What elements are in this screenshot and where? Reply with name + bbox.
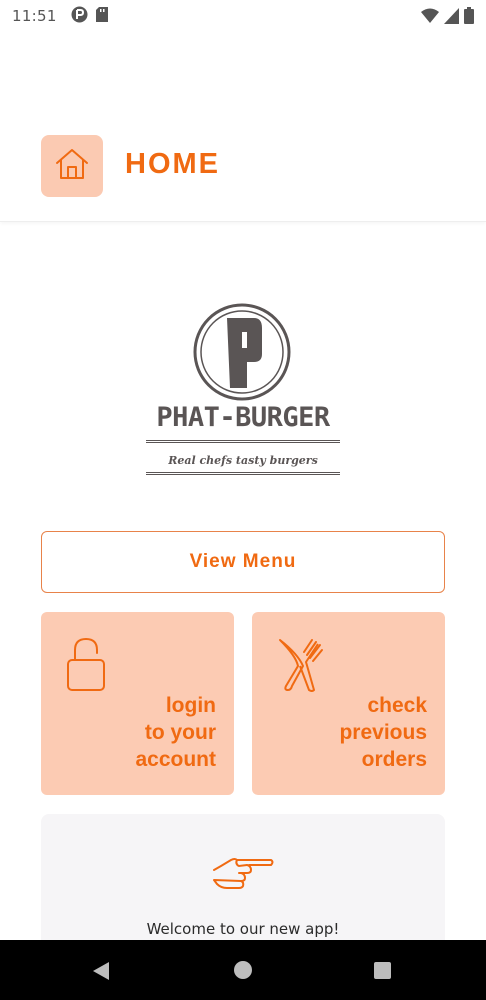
- status-time: 11:51: [12, 7, 57, 25]
- view-menu-button[interactable]: View Menu: [41, 531, 445, 593]
- padlock-icon: [65, 636, 109, 696]
- cellular-signal-icon: [444, 7, 459, 28]
- system-nav-bar: [0, 940, 486, 1000]
- brand-logo: PHAT-BURGER Real chefs tasty burgers: [142, 300, 344, 480]
- status-left-icons: [71, 6, 108, 27]
- back-icon[interactable]: [92, 961, 110, 985]
- previous-orders-tile[interactable]: check previous orders: [252, 612, 445, 795]
- logo-divider-top: [146, 440, 340, 443]
- sync-icon: [71, 6, 88, 27]
- logo-tagline: Real chefs tasty burgers: [168, 454, 318, 467]
- home-circle-icon[interactable]: [234, 961, 252, 979]
- login-tile-label: login to your account: [135, 694, 216, 771]
- previous-orders-tile-label: check previous orders: [339, 694, 427, 771]
- page-title: HOME: [125, 148, 220, 180]
- pointing-hand-icon: [211, 850, 275, 898]
- logo-brand-name: PHAT-BURGER: [156, 402, 330, 433]
- logo-divider-bottom: [146, 472, 340, 475]
- wifi-icon: [421, 8, 439, 28]
- recents-icon[interactable]: [374, 962, 391, 979]
- status-bar: 11:51: [0, 0, 486, 32]
- logo-emblem: [192, 302, 292, 402]
- fork-knife-icon: [276, 636, 324, 696]
- welcome-message: Welcome to our new app!: [146, 920, 340, 938]
- login-tile[interactable]: login to your account: [41, 612, 234, 795]
- status-right-icons: [421, 7, 474, 28]
- sd-card-icon: [95, 6, 108, 26]
- home-button[interactable]: [41, 135, 103, 197]
- page-header: HOME: [0, 110, 486, 222]
- home-icon: [54, 147, 90, 185]
- battery-icon: [464, 7, 474, 28]
